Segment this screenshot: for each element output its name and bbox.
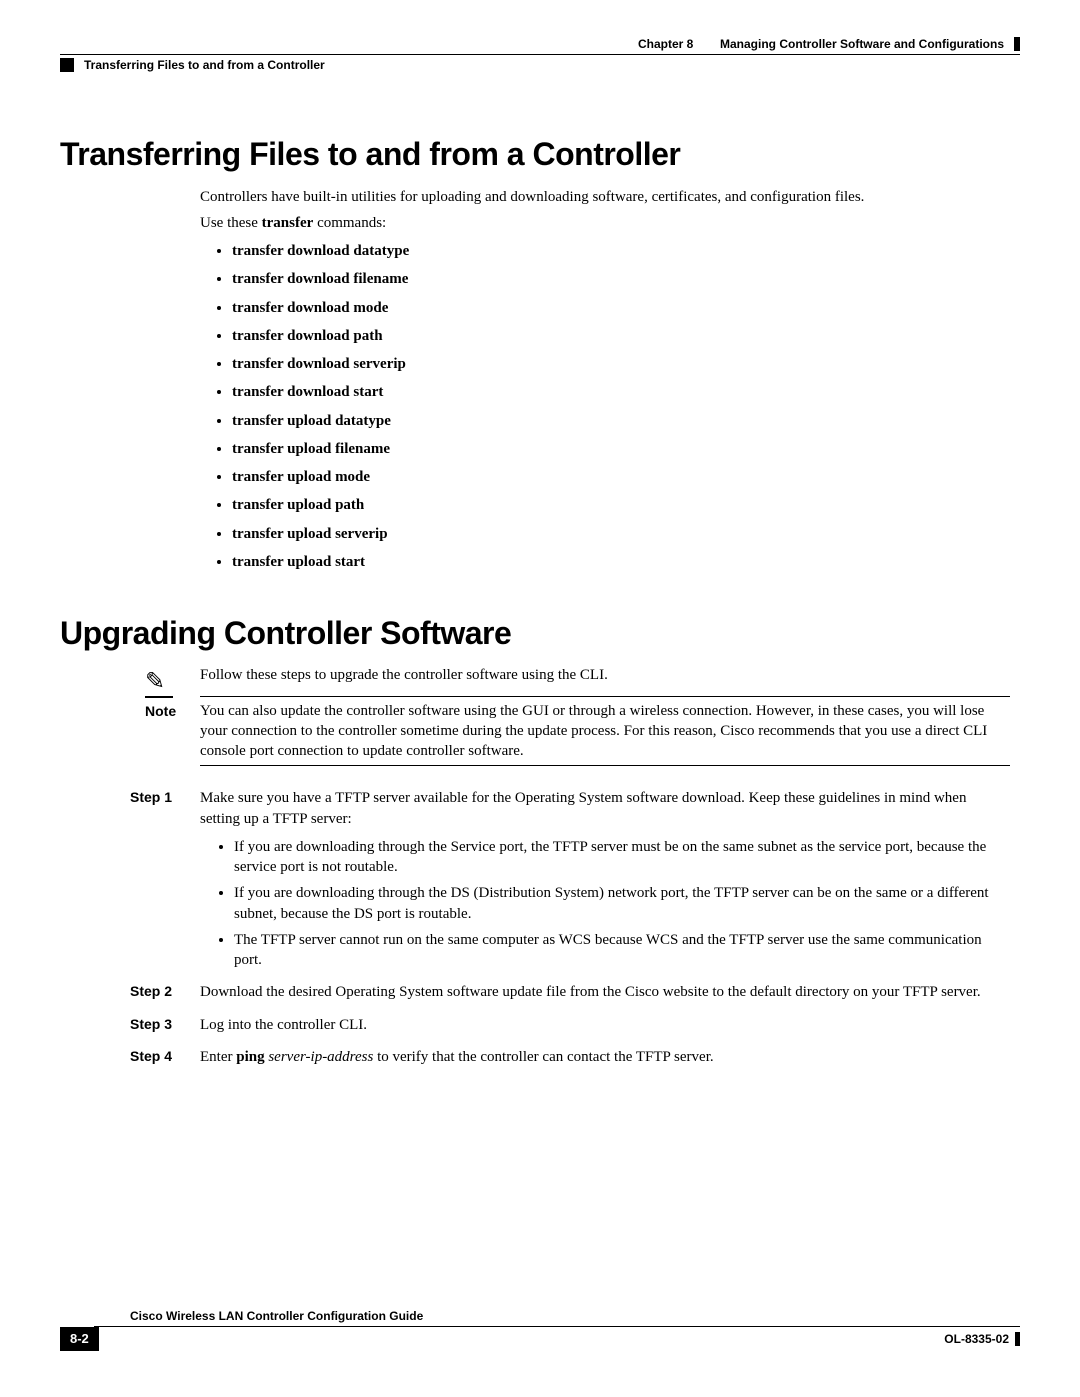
header-top-row: Chapter 8 Managing Controller Software a… [60, 36, 1020, 52]
list-item: transfer upload start [232, 552, 1010, 572]
footer-doc-title: Cisco Wireless LAN Controller Configurat… [130, 1308, 1020, 1324]
steps: Step 1 Make sure you have a TFTP server … [200, 788, 1010, 1067]
list-item: transfer download start [232, 382, 1010, 402]
transfer-command-list: transfer download datatype transfer down… [200, 241, 1010, 572]
step-1-text: Make sure you have a TFTP server availab… [200, 788, 1010, 829]
note-bottom-rule [200, 765, 1010, 766]
section-title: Transferring Files to and from a Control… [84, 57, 325, 73]
step-label: Step 4 [130, 1047, 172, 1066]
list-item: transfer upload path [232, 495, 1010, 515]
note-block: ✎ Note You can also update the controlle… [200, 696, 1010, 767]
list-item: transfer upload datatype [232, 411, 1010, 431]
chapter-title: Managing Controller Software and Configu… [720, 36, 1004, 52]
list-item: transfer download mode [232, 298, 1010, 318]
step4-cmd: ping [236, 1049, 264, 1065]
list-item: transfer upload mode [232, 467, 1010, 487]
list-item: If you are downloading through the DS (D… [234, 883, 1010, 924]
step-4: Step 4 Enter ping server-ip-address to v… [200, 1047, 1010, 1067]
running-header: Chapter 8 Managing Controller Software a… [60, 36, 1020, 73]
section-1-body: Controllers have built-in utilities for … [200, 187, 1010, 573]
step-3-text: Log into the controller CLI. [200, 1015, 1010, 1035]
header-marker-icon [1014, 37, 1020, 51]
list-item: transfer download datatype [232, 241, 1010, 261]
document-page: Chapter 8 Managing Controller Software a… [0, 0, 1080, 1397]
step-2-text: Download the desired Operating System so… [200, 982, 1010, 1002]
heading-upgrading: Upgrading Controller Software [60, 612, 1020, 655]
intro-paragraph-1: Controllers have built-in utilities for … [200, 187, 1010, 207]
intro-paragraph-2: Use these transfer commands: [200, 213, 1010, 233]
intro2-suffix: commands: [313, 215, 386, 231]
list-item: If you are downloading through the Servi… [234, 837, 1010, 878]
header-square-icon [60, 58, 74, 72]
note-label: Note [145, 702, 176, 721]
upgrade-intro: Follow these steps to upgrade the contro… [200, 665, 1010, 685]
step4-prefix: Enter [200, 1049, 236, 1065]
note-text: You can also update the controller softw… [200, 701, 1010, 762]
list-item: transfer download path [232, 326, 1010, 346]
footer-row: 8-2 OL-8335-02 [60, 1327, 1020, 1351]
step-4-text: Enter ping server-ip-address to verify t… [200, 1047, 1010, 1067]
doc-id: OL-8335-02 [944, 1331, 1009, 1347]
list-item: transfer download serverip [232, 354, 1010, 374]
list-item: transfer upload filename [232, 439, 1010, 459]
page-footer: Cisco Wireless LAN Controller Configurat… [60, 1308, 1020, 1351]
step-label: Step 3 [130, 1015, 172, 1034]
step-label: Step 1 [130, 788, 172, 807]
footer-left: 8-2 [60, 1327, 99, 1351]
note-top-rule [200, 696, 1010, 697]
step-1: Step 1 Make sure you have a TFTP server … [200, 788, 1010, 970]
header-rule [60, 54, 1020, 55]
footer-marker-icon [1015, 1332, 1020, 1346]
page-number: 8-2 [60, 1327, 99, 1351]
list-item: transfer download filename [232, 269, 1010, 289]
step4-suffix: to verify that the controller can contac… [373, 1049, 713, 1065]
intro2-prefix: Use these [200, 215, 262, 231]
list-item: The TFTP server cannot run on the same c… [234, 930, 1010, 971]
heading-transferring: Transferring Files to and from a Control… [60, 133, 1020, 176]
header-bottom-row: Transferring Files to and from a Control… [60, 57, 1020, 73]
step4-arg: server-ip-address [268, 1049, 373, 1065]
pencil-icon: ✎ [145, 666, 173, 698]
step-2: Step 2 Download the desired Operating Sy… [200, 982, 1010, 1002]
step-label: Step 2 [130, 982, 172, 1001]
section-2-body: Follow these steps to upgrade the contro… [200, 665, 1010, 1067]
step-3: Step 3 Log into the controller CLI. [200, 1015, 1010, 1035]
chapter-label: Chapter 8 [638, 36, 693, 52]
intro2-cmd: transfer [262, 215, 314, 231]
footer-right: OL-8335-02 [944, 1331, 1020, 1347]
list-item: transfer upload serverip [232, 524, 1010, 544]
step-1-bullets: If you are downloading through the Servi… [200, 837, 1010, 971]
